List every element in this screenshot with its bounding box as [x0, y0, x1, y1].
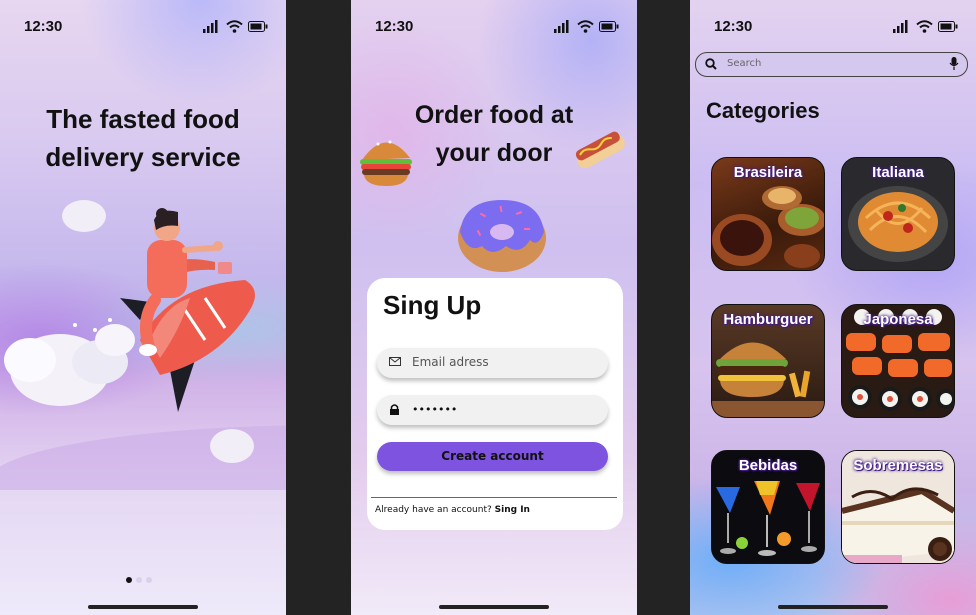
category-tile-italiana[interactable]: Italiana — [841, 157, 955, 271]
pager-dots[interactable] — [126, 577, 152, 583]
signup-card: Sing Up Email adress ••••••• Create acco… — [367, 278, 623, 530]
wifi-icon — [916, 20, 933, 33]
hotdog-illustration — [575, 131, 625, 169]
signin-row: Already have an account? Sing In — [375, 505, 530, 515]
signal-icon — [554, 20, 569, 33]
category-tile-japonesa[interactable]: Japonesa — [841, 304, 955, 418]
signup-title: Sing Up — [383, 290, 482, 320]
category-label: Bebidas — [738, 457, 798, 474]
categories-title: Categories — [706, 98, 820, 123]
home-indicator[interactable] — [88, 605, 198, 609]
signin-link[interactable]: Sing In — [495, 505, 530, 515]
signal-icon — [893, 20, 908, 33]
onboarding-screen: 12:30 The fasted food delivery service — [0, 0, 286, 615]
category-tile-hamburguer[interactable]: Hamburguer — [711, 304, 825, 418]
categories-screen: 12:30 Search Categories Brasileira Itali… — [690, 0, 976, 615]
lock-icon — [390, 404, 399, 415]
search-input[interactable]: Search — [695, 52, 968, 77]
signup-screen: 12:30 Order food at your door Sing Up Em… — [351, 0, 637, 615]
battery-icon — [248, 21, 268, 32]
status-bar: 12:30 — [0, 18, 286, 38]
email-field[interactable]: Email adress — [377, 348, 608, 378]
donut-illustration — [458, 200, 546, 272]
category-label: Japonesa — [863, 311, 933, 328]
create-account-button[interactable]: Create account — [377, 442, 608, 471]
mic-icon[interactable] — [949, 57, 959, 70]
search-icon — [705, 58, 717, 70]
category-label: Italiana — [872, 164, 924, 181]
pager-dot[interactable] — [126, 577, 132, 583]
category-tile-brasileira[interactable]: Brasileira — [711, 157, 825, 271]
mail-icon — [389, 357, 401, 366]
category-tile-sobremesas[interactable]: Sobremesas — [841, 450, 955, 564]
email-placeholder: Email adress — [412, 355, 489, 369]
status-time: 12:30 — [375, 18, 414, 35]
category-tile-bebidas[interactable]: Bebidas — [711, 450, 825, 564]
password-value: ••••••• — [412, 403, 458, 416]
signal-icon — [203, 20, 218, 33]
status-bar: 12:30 — [351, 18, 637, 38]
burger-illustration — [360, 140, 412, 186]
status-time: 12:30 — [24, 18, 63, 35]
wifi-icon — [226, 20, 243, 33]
status-bar: 12:30 — [690, 18, 976, 38]
divider — [371, 497, 617, 498]
battery-icon — [938, 21, 958, 32]
category-label: Hamburguer — [723, 311, 813, 328]
pager-dot[interactable] — [136, 577, 142, 583]
password-field[interactable]: ••••••• — [377, 395, 608, 425]
home-indicator[interactable] — [439, 605, 549, 609]
wifi-icon — [577, 20, 594, 33]
home-indicator[interactable] — [778, 605, 888, 609]
category-label: Sobremesas — [853, 457, 943, 474]
battery-icon — [599, 21, 619, 32]
pager-dot[interactable] — [146, 577, 152, 583]
rocket-illustration — [0, 200, 286, 490]
category-label: Brasileira — [733, 164, 803, 181]
onboarding-headline: The fasted food delivery service — [45, 104, 241, 172]
status-time: 12:30 — [714, 18, 753, 35]
search-placeholder: Search — [727, 58, 762, 69]
